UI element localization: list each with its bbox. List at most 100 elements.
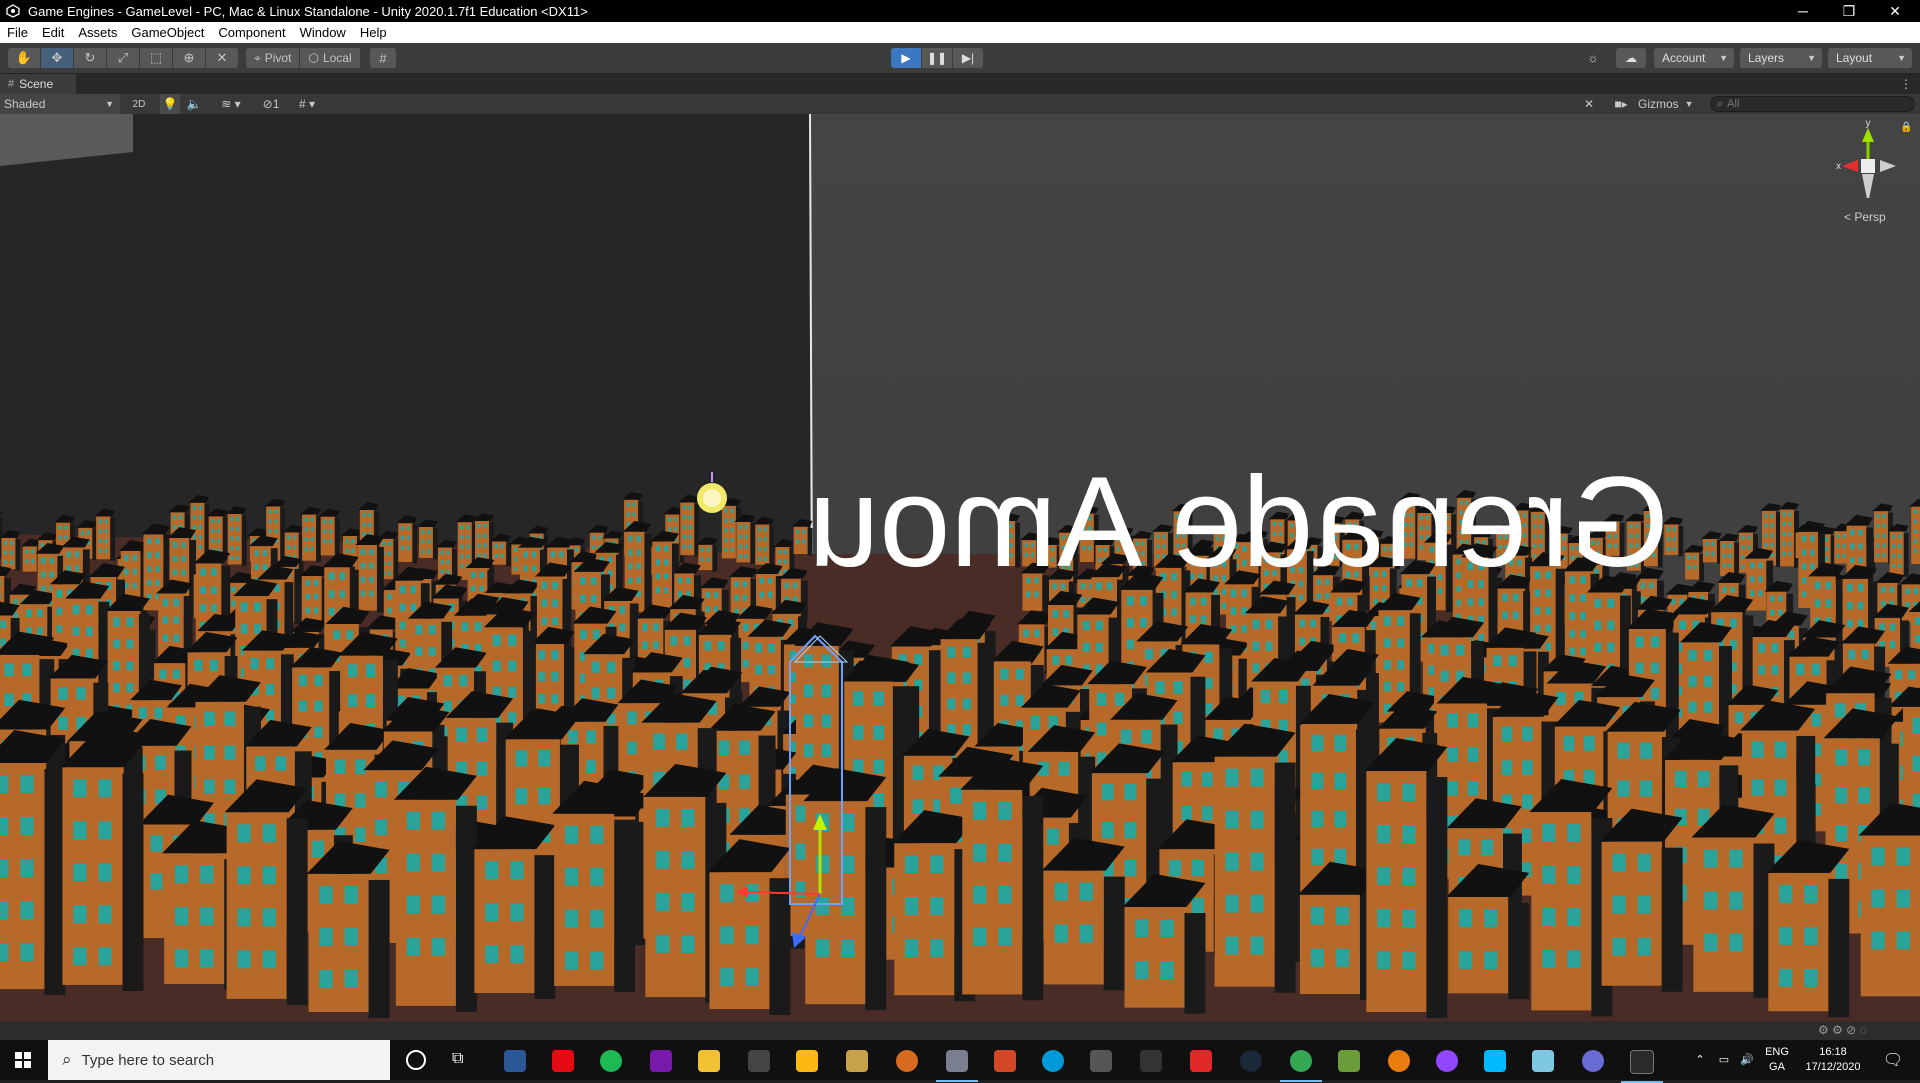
grid-dropdown[interactable]: # ▾ xyxy=(290,94,324,114)
game-launcher-icon[interactable] xyxy=(748,1050,770,1072)
tab-scene[interactable]: # Scene xyxy=(0,74,76,94)
rotate-tool-button[interactable]: ↻ xyxy=(74,48,107,68)
move-tool-button[interactable]: ✥ xyxy=(41,48,74,68)
menu-file[interactable]: File xyxy=(0,25,35,40)
game-app-icon[interactable] xyxy=(896,1050,918,1072)
blender-icon[interactable] xyxy=(1388,1050,1410,1072)
mode-2d-toggle[interactable]: 2D xyxy=(128,94,150,114)
lighting-toggle[interactable]: 💡 xyxy=(160,94,180,114)
house xyxy=(1213,724,1296,993)
play-icon: ▶ xyxy=(901,51,910,65)
status-icons[interactable]: ⚙ ⚙ ⊘ ◌ xyxy=(1818,1023,1867,1037)
language-indicator[interactable]: ENG GA xyxy=(1760,1040,1794,1080)
orientation-gizmo[interactable]: y x < Persp xyxy=(1826,118,1916,228)
onenote-icon[interactable] xyxy=(650,1050,672,1072)
account-dropdown[interactable]: Account▼ xyxy=(1654,48,1734,68)
gizmos-dropdown[interactable]: Gizmos ▼ xyxy=(1638,94,1704,114)
unity-logo-icon xyxy=(6,4,20,18)
house xyxy=(1042,838,1125,991)
house xyxy=(0,730,65,995)
powerpoint-icon[interactable] xyxy=(994,1050,1016,1072)
tab-menu-icon[interactable]: ⋮ xyxy=(1900,74,1912,94)
file-explorer-icon[interactable] xyxy=(698,1050,720,1072)
volume-icon[interactable]: 🔊 xyxy=(1736,1040,1758,1080)
chrome-icon[interactable] xyxy=(1290,1050,1312,1072)
projection-toggle[interactable]: < Persp xyxy=(1844,210,1886,224)
logitech-icon[interactable] xyxy=(1484,1050,1506,1072)
app-blue-icon[interactable] xyxy=(1532,1050,1554,1072)
menu-assets[interactable]: Assets xyxy=(71,25,124,40)
cortana-icon[interactable] xyxy=(406,1050,426,1070)
restore-button[interactable]: ❐ xyxy=(1826,0,1872,22)
tray-overflow-icon[interactable]: ⌃ xyxy=(1690,1040,1710,1080)
twitch-icon[interactable] xyxy=(1436,1050,1458,1072)
cloud-button[interactable]: ☁ xyxy=(1616,48,1646,68)
custom-tool-button[interactable]: ✕ xyxy=(206,48,238,68)
camera-dropdown[interactable]: ■▸ xyxy=(1606,94,1636,114)
spotify-icon[interactable] xyxy=(600,1050,622,1072)
gizmos-label: Gizmos xyxy=(1638,97,1679,111)
house xyxy=(753,517,774,566)
account-label: Account xyxy=(1662,51,1705,65)
layout-dropdown[interactable]: Layout▼ xyxy=(1828,48,1912,68)
taskbar-search-input[interactable]: ⌕ Type here to search xyxy=(48,1040,390,1080)
menu-edit[interactable]: Edit xyxy=(35,25,71,40)
app-red-icon[interactable] xyxy=(1190,1050,1212,1072)
pivot-group: ⌖Pivot ⬡Local xyxy=(246,48,361,68)
custom-tool-icon: ✕ xyxy=(217,50,228,66)
minecraft-icon[interactable] xyxy=(1338,1050,1360,1072)
step-icon: ▶| xyxy=(962,51,974,65)
pause-button[interactable]: ❚❚ xyxy=(922,48,952,68)
layers-dropdown[interactable]: Layers▼ xyxy=(1740,48,1822,68)
start-button[interactable] xyxy=(0,1040,46,1080)
shading-mode-dropdown[interactable]: Shaded ▼ xyxy=(0,94,120,114)
epic-icon[interactable] xyxy=(1090,1050,1112,1072)
hand-tool-button[interactable]: ✋ xyxy=(8,48,41,68)
speaker-icon: 🔈 xyxy=(187,97,202,111)
transform-tool-button[interactable]: ⊕ xyxy=(173,48,206,68)
step-button[interactable]: ▶| xyxy=(953,48,983,68)
menu-gameobject[interactable]: GameObject xyxy=(124,25,211,40)
word-icon[interactable] xyxy=(504,1050,526,1072)
camera-icon: ■▸ xyxy=(1614,97,1627,111)
app-round-icon[interactable] xyxy=(1582,1050,1604,1072)
rockstar-icon[interactable] xyxy=(796,1050,818,1072)
hidden-objects-toggle[interactable]: ⊘1 xyxy=(258,94,284,114)
menu-help[interactable]: Help xyxy=(353,25,394,40)
close-button[interactable]: ✕ xyxy=(1872,0,1918,22)
pivot-toggle[interactable]: ⌖Pivot xyxy=(246,48,300,68)
chevron-down-icon: ▼ xyxy=(1807,53,1816,63)
scene-search-input[interactable]: ⌕ All xyxy=(1710,96,1915,112)
minimize-button[interactable]: ─ xyxy=(1780,0,1826,22)
menu-component[interactable]: Component xyxy=(211,25,292,40)
menu-window[interactable]: Window xyxy=(293,25,353,40)
status-bar: ⚙ ⚙ ⊘ ◌ xyxy=(0,1021,1920,1040)
discord-icon[interactable] xyxy=(946,1050,968,1072)
network-icon[interactable]: ▭ xyxy=(1712,1040,1736,1080)
scene-viewport[interactable]: Grenade Amou y x < Persp 🔒 xyxy=(0,114,1920,1021)
house xyxy=(300,565,329,625)
clock[interactable]: 16:18 17/12/2020 xyxy=(1800,1040,1866,1080)
local-toggle[interactable]: ⬡Local xyxy=(300,48,360,68)
netflix-icon[interactable] xyxy=(552,1050,574,1072)
task-view-icon[interactable]: ⧉ xyxy=(452,1050,463,1068)
notifications-icon[interactable]: 🗨 xyxy=(1876,1040,1910,1080)
league-icon[interactable] xyxy=(846,1050,868,1072)
grid-snap-button[interactable]: # xyxy=(370,48,396,68)
uplay-icon[interactable] xyxy=(1042,1050,1064,1072)
scene-toolbar: Shaded ▼ 2D 💡 🔈 ≋ ▾ ⊘1 # ▾ ✕ ■▸ Gizmos ▼… xyxy=(0,94,1920,115)
collab-button[interactable]: ☼ xyxy=(1578,48,1608,68)
unity-taskbar-icon[interactable] xyxy=(1630,1050,1654,1074)
rect-tool-button[interactable]: ⬚ xyxy=(140,48,173,68)
effects-dropdown[interactable]: ≋ ▾ xyxy=(214,94,248,114)
local-icon: ⬡ xyxy=(308,51,318,65)
scene-search-placeholder: All xyxy=(1727,98,1739,110)
play-button[interactable]: ▶ xyxy=(891,48,921,68)
steam-icon[interactable] xyxy=(1240,1050,1262,1072)
scale-tool-button[interactable]: ⤢ xyxy=(107,48,140,68)
lock-icon[interactable]: 🔒 xyxy=(1900,122,1912,133)
audio-toggle[interactable]: 🔈 xyxy=(184,94,204,114)
controller-icon[interactable] xyxy=(1140,1050,1162,1072)
house xyxy=(754,563,783,612)
tools-icon[interactable]: ✕ xyxy=(1578,94,1600,114)
